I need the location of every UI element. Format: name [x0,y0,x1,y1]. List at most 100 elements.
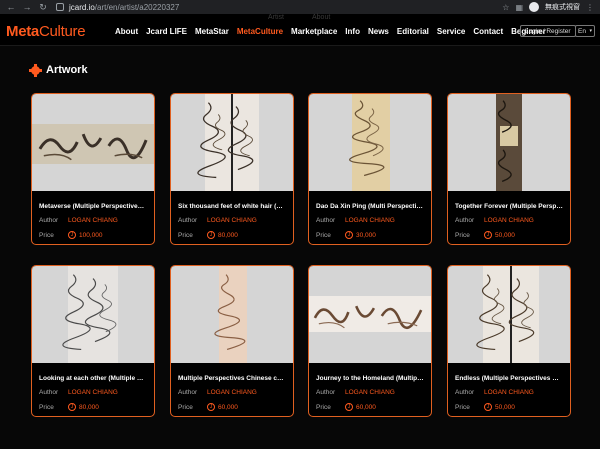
calligraphy-illustration [62,274,117,351]
coin-icon: J [207,231,215,239]
price-value: 80,000 [218,231,238,239]
ghost-nav-artist: Artist [268,14,284,21]
price-label: Price [178,231,193,239]
menu-news[interactable]: News [368,27,389,36]
arrow-left-icon[interactable]: ← [6,2,16,12]
calligraphy-illustration [497,100,512,183]
price-label: Price [455,231,470,239]
author-name[interactable]: LOGAN CHIANG [345,389,395,396]
author-label: Author [39,389,59,396]
artwork-card[interactable]: Journey to the Homeland (Multiple ... Au… [308,265,432,417]
author-label: Author [178,389,198,396]
url-path: /art/en/artist/a20220327 [94,2,180,12]
price-label: Price [39,231,54,239]
artwork-image[interactable] [309,266,431,363]
reload-icon[interactable]: ↻ [38,2,48,13]
more-vert-icon[interactable]: ⋮ [586,3,594,12]
author-row: Author LOGAN CHIANG [171,217,293,224]
author-label: Author [178,217,198,224]
author-name[interactable]: LOGAN CHIANG [484,389,534,396]
menu-about[interactable]: About [115,27,138,36]
author-name[interactable]: LOGAN CHIANG [68,217,118,224]
price-row: Price J 100,000 [32,231,154,239]
price-value: 30,000 [356,231,376,239]
menu-metastar[interactable]: MetaStar [195,27,229,36]
artwork-title[interactable]: Together Forever (Multiple Perspec... [448,191,570,210]
author-row: Author LOGAN CHIANG [309,217,431,224]
calligraphy-illustration [197,102,254,179]
artwork-title[interactable]: Metaverse (Multiple Perspectives ... [32,191,154,210]
arrow-right-icon[interactable]: → [22,2,32,12]
price-value: 100,000 [79,231,103,239]
ghost-nav-about: About [312,14,331,21]
logo-part-culture: Culture [38,23,86,40]
artwork-image[interactable] [309,94,431,191]
author-label: Author [39,217,59,224]
price-row: Price J 50,000 [448,231,570,239]
incognito-avatar-icon[interactable] [529,2,539,12]
artwork-card[interactable]: Looking at each other (Multiple Per... A… [31,265,155,417]
author-name[interactable]: LOGAN CHIANG [68,389,118,396]
browser-nav: ← → ↻ [0,2,48,13]
address-bar[interactable]: jcard.io /art/en/artist/a20220327 [56,1,501,13]
artwork-image[interactable] [448,266,570,363]
login-register-button[interactable]: Login / Register [520,25,576,37]
coin-icon: J [207,403,215,411]
author-row: Author LOGAN CHIANG [32,389,154,396]
browser-actions: ☆ ▦ 無痕式視窗 ⋮ [502,2,600,12]
artwork-title[interactable]: Dao Da Xin Ping (Multi Perspective ... [309,191,431,210]
author-name[interactable]: LOGAN CHIANG [484,217,534,224]
calligraphy-illustration [349,100,385,177]
author-name[interactable]: LOGAN CHIANG [345,217,395,224]
artwork-title[interactable]: Six thousand feet of white hair (Mu... [171,191,293,210]
artwork-title[interactable]: Endless (Multiple Perspectives Chi... [448,363,570,382]
site-logo[interactable]: MetaCulture [6,23,86,40]
menu-marketplace[interactable]: Marketplace [291,27,337,36]
site-header: Artist About MetaCulture About Jcard LIF… [0,14,600,46]
price-row: Price J 60,000 [309,403,431,411]
menu-service[interactable]: Service [437,27,465,36]
menu-metaculture[interactable]: MetaCulture [237,27,283,36]
author-label: Author [455,217,475,224]
menu-jcard-life[interactable]: Jcard LIFE [146,27,187,36]
coin-icon: J [68,231,76,239]
coin-icon: J [345,403,353,411]
sidebar-icon[interactable]: ▦ [515,3,523,12]
main-menu: About Jcard LIFE MetaStar MetaCulture Ma… [115,27,546,36]
language-select[interactable]: En ▾ [575,25,595,37]
menu-info[interactable]: Info [345,27,360,36]
artwork-card[interactable]: Six thousand feet of white hair (Mu... A… [170,93,294,245]
artwork-card[interactable]: Dao Da Xin Ping (Multi Perspective ... A… [308,93,432,245]
price-row: Price J 80,000 [171,231,293,239]
artwork-title[interactable]: Journey to the Homeland (Multiple ... [309,363,431,382]
profile-label[interactable]: 無痕式視窗 [545,2,580,12]
author-name[interactable]: LOGAN CHIANG [207,217,257,224]
author-label: Author [316,389,336,396]
author-name[interactable]: LOGAN CHIANG [207,389,257,396]
artwork-image[interactable] [171,266,293,363]
artwork-card[interactable]: Metaverse (Multiple Perspectives ... Aut… [31,93,155,245]
artwork-title[interactable]: Multiple Perspectives Chinese calli... [171,363,293,382]
lock-icon[interactable] [56,3,64,11]
artwork-image[interactable] [171,94,293,191]
artwork-image[interactable] [448,94,570,191]
price-row: Price J 60,000 [171,403,293,411]
calligraphy-illustration [313,305,423,330]
menu-editorial[interactable]: Editorial [397,27,429,36]
price-label: Price [316,231,331,239]
author-row: Author LOGAN CHIANG [32,217,154,224]
menu-contact[interactable]: Contact [473,27,503,36]
artwork-card[interactable]: Endless (Multiple Perspectives Chi... Au… [447,265,571,417]
artwork-image[interactable] [32,94,154,191]
price-label: Price [455,403,470,411]
price-label: Price [39,403,54,411]
star-icon[interactable]: ☆ [502,3,509,12]
artwork-card[interactable]: Multiple Perspectives Chinese calli... A… [170,265,294,417]
artwork-image[interactable] [32,266,154,363]
artwork-title[interactable]: Looking at each other (Multiple Per... [32,363,154,382]
author-row: Author LOGAN CHIANG [448,217,570,224]
coin-icon: J [68,403,76,411]
artwork-card[interactable]: Together Forever (Multiple Perspec... Au… [447,93,571,245]
calligraphy-illustration [476,274,535,351]
author-label: Author [316,217,336,224]
